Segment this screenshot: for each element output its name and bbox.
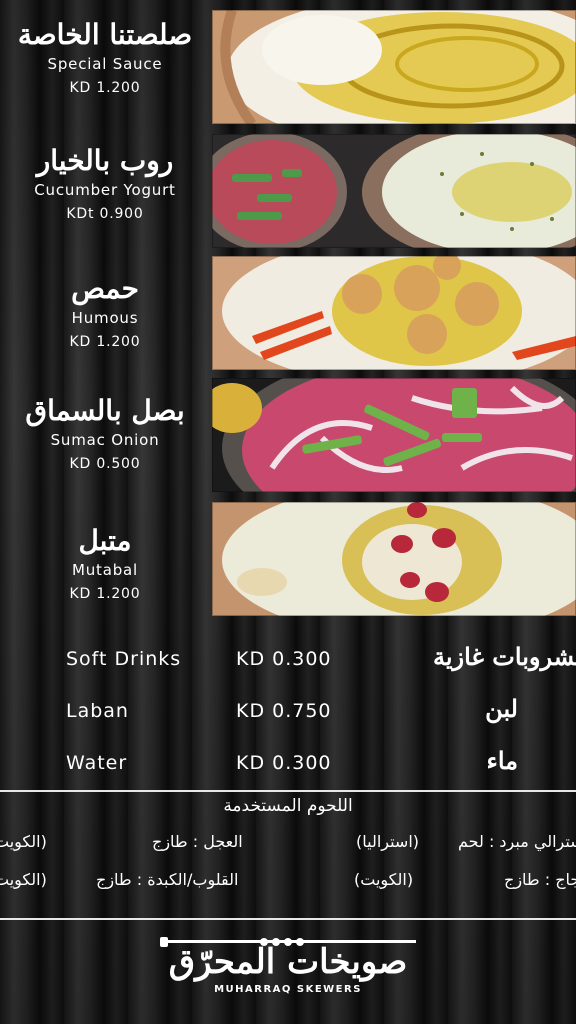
logo-arabic: صويخات المحرّق (168, 942, 408, 982)
drink-name: Laban (66, 700, 129, 722)
drink-row-soft-drinks[interactable]: Soft Drinks KD 0.300 مشروبات غازية (0, 642, 576, 678)
item-arabic-name: متبل (78, 524, 132, 557)
sumac-onion-photo (212, 378, 576, 492)
divider-line (0, 918, 576, 920)
item-price: KD 1.200 (69, 334, 141, 350)
drink-price: KD 0.300 (236, 648, 332, 670)
drink-price: KD 0.300 (236, 752, 332, 774)
menu-item-mutabal[interactable]: متبل Mutabal KD 1.200 (0, 524, 210, 604)
item-arabic-name: حمص (71, 272, 139, 305)
meat-chicken: دجاج : طازج (504, 870, 576, 889)
humous-photo (212, 256, 576, 370)
item-price: KD 1.200 (69, 586, 141, 602)
drink-name: Water (66, 752, 128, 774)
meat-lamb: استرالي مبرد : لحم (458, 832, 576, 851)
item-english-name: Mutabal (71, 561, 138, 579)
drink-price: KD 0.750 (236, 700, 332, 722)
item-price: KDt 0.900 (66, 206, 144, 222)
drink-row-water[interactable]: Water KD 0.300 ماء (0, 746, 576, 782)
item-price: KD 1.200 (69, 80, 141, 96)
meat-origin: (الكويت) (354, 870, 414, 889)
item-english-name: Humous (71, 309, 139, 327)
item-arabic-name: بصل بالسماق (25, 394, 185, 427)
meats-title: اللحوم المستخدمة (223, 796, 353, 816)
menu-item-humous[interactable]: حمص Humous KD 1.200 (0, 272, 210, 352)
item-price: KD 0.500 (69, 456, 141, 472)
meat-veal: العجل : طازج (152, 832, 243, 851)
drink-arabic-name: مشروبات غازية (432, 642, 576, 671)
meat-origin: (استراليا) (356, 832, 420, 851)
meat-origin: (الكويت (0, 870, 47, 889)
item-english-name: Cucumber Yogurt (34, 181, 176, 199)
drink-arabic-name: لبن (485, 694, 518, 723)
item-arabic-name: روب بالخيار (36, 144, 174, 177)
skewer-icon (160, 932, 416, 947)
divider-line (0, 790, 576, 792)
item-english-name: Sumac Onion (50, 431, 160, 449)
item-english-name: Special Sauce (47, 55, 163, 73)
special-sauce-photo (212, 10, 576, 124)
drink-name: Soft Drinks (66, 648, 182, 670)
meat-hearts-liver: القلوب/الكبدة : طازج (96, 870, 239, 889)
menu-item-cucumber-yogurt[interactable]: روب بالخيار Cucumber Yogurt KDt 0.900 (0, 144, 210, 224)
mutabal-photo (212, 502, 576, 616)
drink-arabic-name: ماء (486, 746, 518, 775)
logo-english: MUHARRAQ SKEWERS (214, 984, 362, 995)
item-arabic-name: صلصتنا الخاصة (17, 18, 193, 51)
meat-origin: (الكويت (0, 832, 47, 851)
menu-item-special-sauce[interactable]: صلصتنا الخاصة Special Sauce KD 1.200 (0, 18, 210, 98)
cucumber-yogurt-photo (212, 134, 576, 248)
menu-item-sumac-onion[interactable]: بصل بالسماق Sumac Onion KD 0.500 (0, 394, 210, 474)
drink-row-laban[interactable]: Laban KD 0.750 لبن (0, 694, 576, 730)
